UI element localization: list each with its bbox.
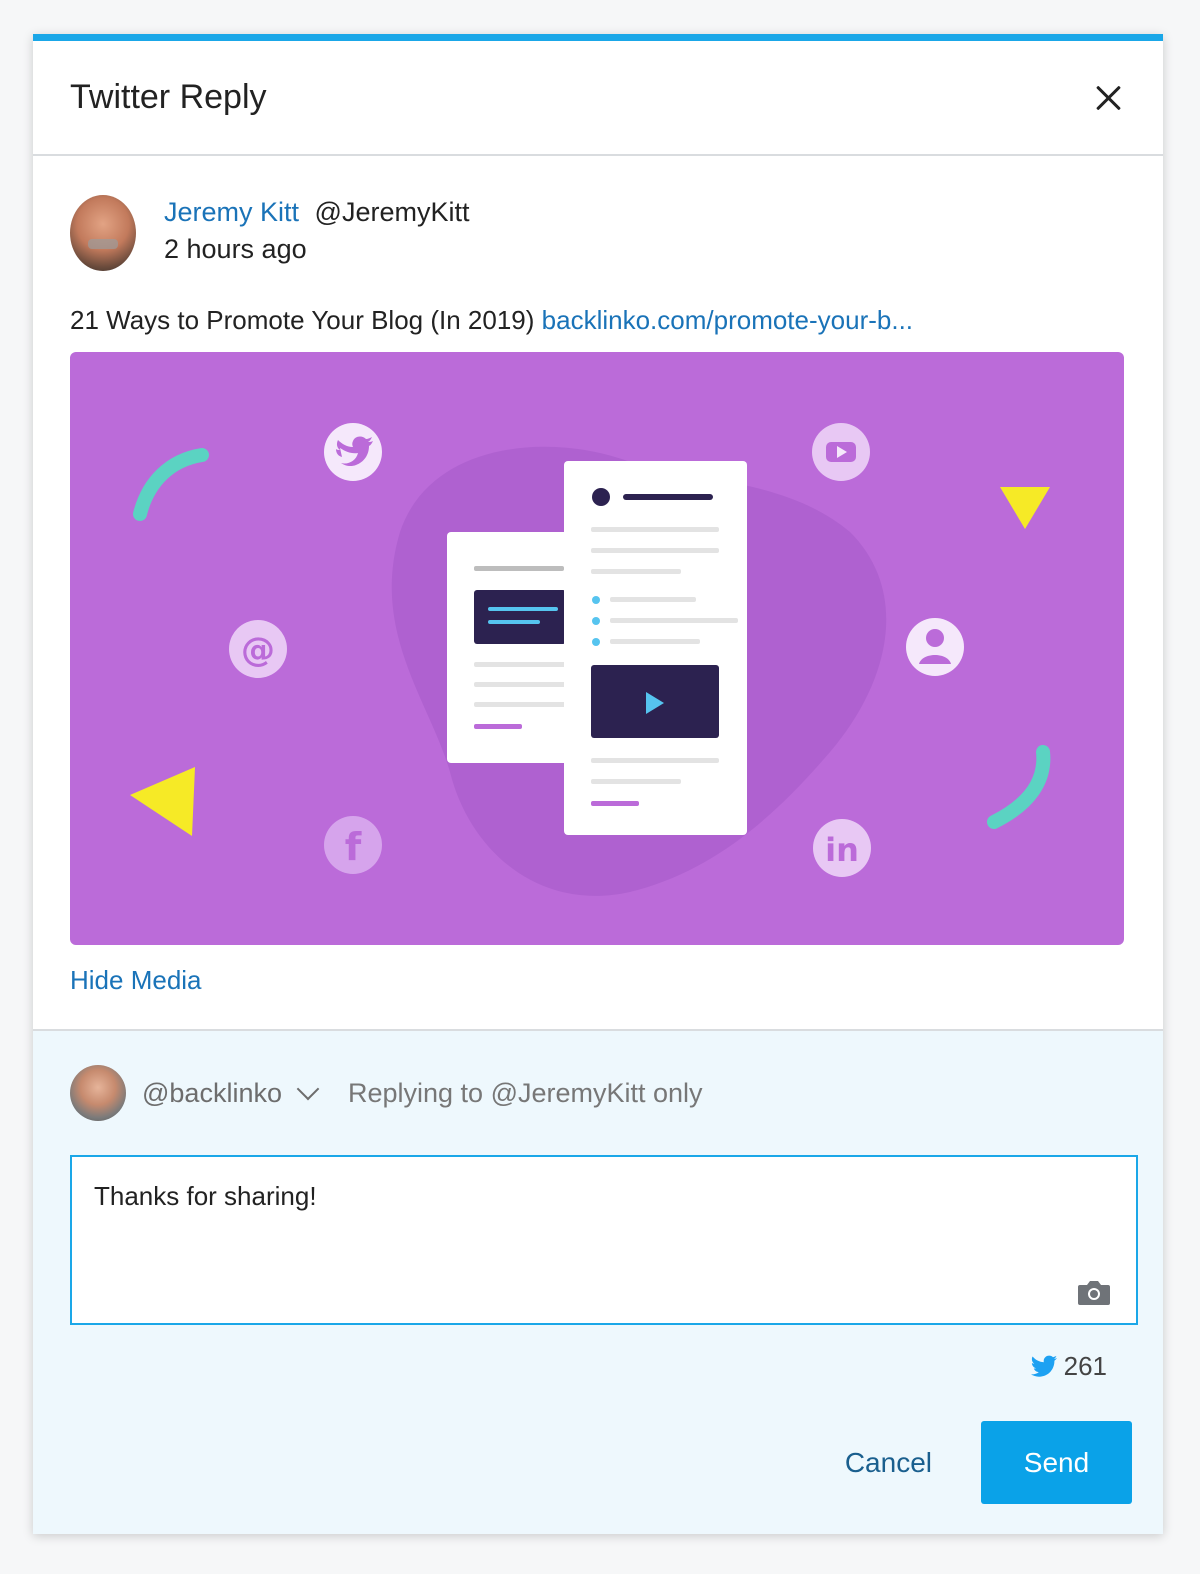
character-counter: 261 xyxy=(1030,1351,1107,1382)
card-line xyxy=(474,682,566,687)
send-button[interactable]: Send xyxy=(981,1421,1132,1504)
user-head xyxy=(926,629,944,647)
yellow-triangle-left xyxy=(130,767,195,836)
chevron-down-icon xyxy=(296,1077,320,1101)
reply-text: Thanks for sharing! xyxy=(94,1181,317,1211)
card-banner-line xyxy=(488,620,540,624)
tweet-link[interactable]: backlinko.com/promote-your-b... xyxy=(542,305,913,335)
card-line xyxy=(591,779,681,784)
linkedin-glyph: in xyxy=(825,831,859,869)
reply-section: @backlinko Replying to @JeremyKitt only … xyxy=(33,1031,1163,1534)
account-handle: @backlinko xyxy=(142,1077,282,1108)
tweet-text: 21 Ways to Promote Your Blog (In 2019) b… xyxy=(70,305,1126,336)
replying-to-text: Replying to @JeremyKitt only xyxy=(347,1077,703,1108)
card-line xyxy=(591,758,719,763)
tweet-media-image[interactable]: @ f in xyxy=(70,352,1124,945)
card-line xyxy=(610,618,738,623)
author-meta: Jeremy Kitt @JeremyKitt 2 hours ago xyxy=(164,192,469,265)
tweet-body: 21 Ways to Promote Your Blog (In 2019) xyxy=(70,305,535,335)
card-line xyxy=(610,639,700,644)
card-line xyxy=(591,527,719,532)
reply-header: @backlinko Replying to @JeremyKitt only xyxy=(70,1065,1140,1121)
card-line xyxy=(610,597,696,602)
media-illustration: @ f in xyxy=(130,423,1051,896)
card-dot xyxy=(592,488,610,506)
card-line xyxy=(591,569,681,574)
card-line xyxy=(474,702,566,707)
account-selector[interactable]: @backlinko xyxy=(142,1077,320,1109)
card-line xyxy=(591,548,719,553)
author-line: Jeremy Kitt @JeremyKitt xyxy=(164,197,469,228)
card-bullet xyxy=(592,638,600,646)
reply-textarea[interactable]: Thanks for sharing! xyxy=(70,1155,1138,1325)
card-bullet xyxy=(592,617,600,625)
cancel-button[interactable]: Cancel xyxy=(845,1447,932,1479)
character-count: 261 xyxy=(1063,1351,1107,1381)
account-avatar xyxy=(70,1065,126,1121)
front-document-card xyxy=(564,461,747,835)
original-tweet: Jeremy Kitt @JeremyKitt 2 hours ago 21 W… xyxy=(33,156,1163,1031)
card-banner xyxy=(474,590,566,644)
facebook-glyph: f xyxy=(345,825,362,869)
modal-title: Twitter Reply xyxy=(70,78,267,116)
teal-arc-right xyxy=(987,745,1051,829)
close-icon[interactable] xyxy=(1091,80,1127,116)
yellow-triangle-right xyxy=(1000,487,1050,529)
card-accent-line xyxy=(591,801,639,806)
card-bullet xyxy=(592,596,600,604)
author-name-link[interactable]: Jeremy Kitt xyxy=(164,197,299,227)
camera-icon[interactable] xyxy=(1076,1279,1112,1307)
card-line xyxy=(474,566,564,571)
author-handle: @JeremyKitt xyxy=(314,197,470,227)
card-title-line xyxy=(623,494,713,500)
at-glyph: @ xyxy=(241,630,275,670)
teal-arc-left xyxy=(133,448,209,521)
hide-media-link[interactable]: Hide Media xyxy=(70,965,202,996)
twitter-reply-modal: Twitter Reply Jeremy Kitt @JeremyKitt 2 … xyxy=(33,34,1163,1534)
card-accent-line xyxy=(474,724,522,729)
card-banner-line xyxy=(488,607,558,611)
twitter-bird-icon xyxy=(1030,1355,1057,1377)
card-line xyxy=(474,662,566,667)
modal-header: Twitter Reply xyxy=(33,41,1163,156)
tweet-author-row: Jeremy Kitt @JeremyKitt 2 hours ago xyxy=(70,192,1126,271)
tweet-time: 2 hours ago xyxy=(164,234,307,264)
reply-actions: Cancel Send xyxy=(845,1421,1132,1504)
author-avatar[interactable] xyxy=(70,195,136,271)
